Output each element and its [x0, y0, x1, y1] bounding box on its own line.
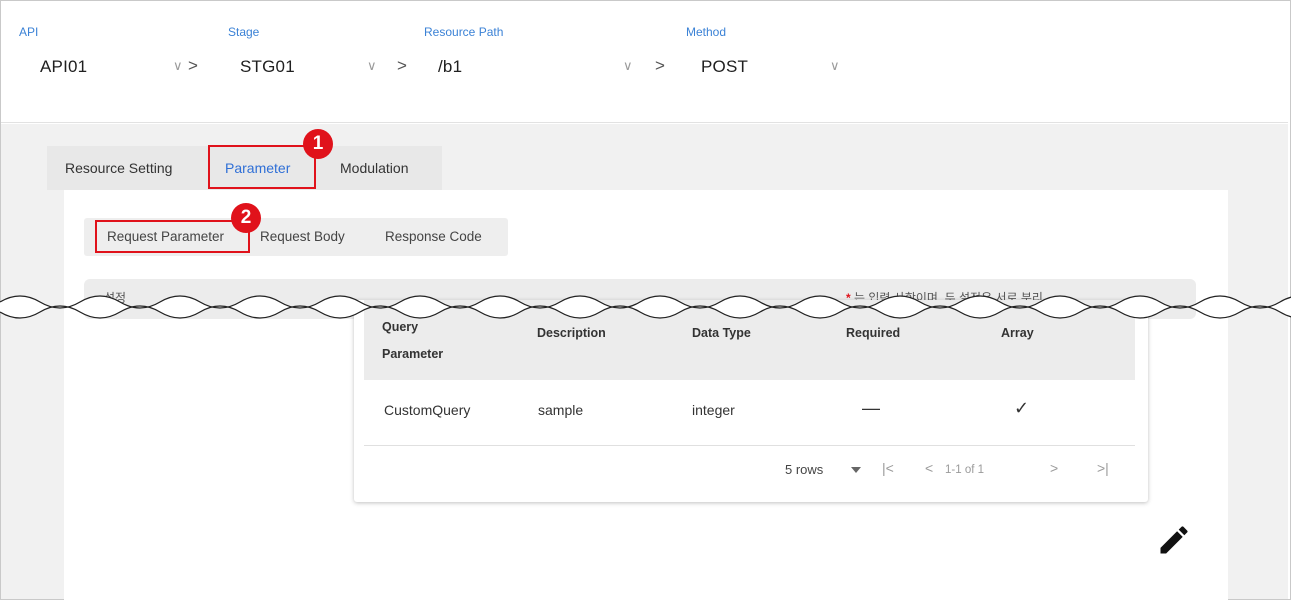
- notice-text-left: 설정: [104, 291, 127, 305]
- row-divider: [364, 445, 1135, 446]
- method-select-label: Method: [686, 25, 727, 39]
- first-page-button[interactable]: |<: [882, 460, 894, 476]
- chevron-down-icon[interactable]: ∨: [173, 58, 183, 74]
- callout-badge-1: 1: [303, 129, 333, 159]
- column-header-query-parameter[interactable]: Query Parameter: [382, 314, 452, 368]
- breadcrumb-separator: >: [188, 56, 198, 75]
- subtab-request-parameter[interactable]: Request Parameter: [107, 218, 224, 256]
- resource-path-select-value: /b1: [438, 57, 463, 76]
- breadcrumb-separator: >: [655, 56, 665, 75]
- method-select-value: POST: [701, 57, 749, 76]
- tab-modulation[interactable]: Modulation: [340, 146, 409, 190]
- next-page-button[interactable]: >: [1050, 460, 1058, 476]
- column-header-description[interactable]: Description: [537, 326, 606, 340]
- main-tabs: Resource Setting Parameter Modulation: [47, 146, 442, 190]
- selector-bar: API API01 ∨ > Stage STG01 ∨ > Resource P…: [1, 1, 1288, 123]
- column-header-array[interactable]: Array: [1001, 326, 1034, 340]
- subtab-request-body[interactable]: Request Body: [260, 218, 345, 256]
- check-icon: ✓: [1014, 398, 1030, 418]
- subtab-response-code[interactable]: Response Code: [385, 218, 482, 256]
- sub-tabs: Request Parameter Request Body Response …: [84, 218, 508, 256]
- column-header-data-type[interactable]: Data Type: [692, 326, 751, 340]
- chevron-down-icon[interactable]: ∨: [623, 58, 633, 74]
- prev-page-button[interactable]: <: [925, 460, 933, 476]
- api-select-value: API01: [40, 57, 88, 76]
- resource-path-select[interactable]: Resource Path /b1 ∨: [421, 1, 671, 101]
- api-select[interactable]: API API01 ∨: [19, 1, 199, 101]
- stage-select[interactable]: Stage STG01 ∨: [223, 1, 403, 101]
- last-page-button[interactable]: >|: [1097, 460, 1109, 476]
- cell-data-type: integer: [692, 402, 735, 418]
- method-select[interactable]: Method POST ∨: [684, 1, 864, 101]
- breadcrumb-separator: >: [397, 56, 407, 75]
- api-select-label: API: [19, 25, 39, 39]
- chevron-down-icon[interactable]: ∨: [830, 58, 840, 74]
- tab-resource-setting[interactable]: Resource Setting: [65, 146, 172, 190]
- dropdown-caret-icon[interactable]: [850, 466, 862, 474]
- column-header-required[interactable]: Required: [846, 326, 900, 340]
- tab-parameter[interactable]: Parameter: [225, 146, 290, 190]
- cell-query: CustomQuery: [384, 402, 471, 418]
- pagination-range: 1-1 of 1: [945, 464, 984, 476]
- pencil-icon[interactable]: [1156, 522, 1192, 558]
- stage-select-value: STG01: [240, 57, 295, 76]
- resource-path-select-label: Resource Path: [424, 25, 504, 39]
- callout-badge-2: 2: [231, 203, 261, 233]
- table-header: [364, 300, 1135, 380]
- cell-description: sample: [538, 402, 584, 418]
- stage-select-label: Stage: [228, 25, 260, 39]
- chevron-down-icon[interactable]: ∨: [367, 58, 377, 74]
- rows-per-page-select[interactable]: 5 rows: [785, 462, 823, 477]
- cell-required-dash: —: [862, 398, 880, 418]
